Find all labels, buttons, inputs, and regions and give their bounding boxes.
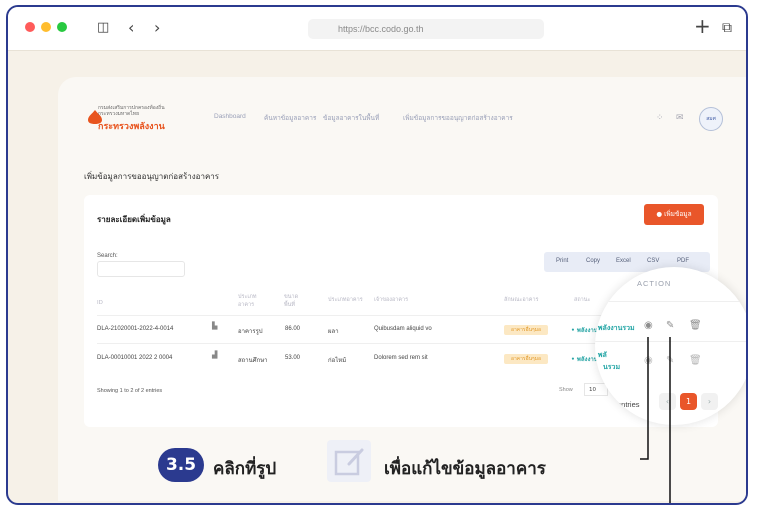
table-info: Showing 1 to 2 of 2 entries: [97, 388, 163, 394]
row-type: อาคารรูป: [238, 329, 263, 335]
column-header-owner[interactable]: เจ้าของอาคาร: [374, 296, 408, 304]
entries-label: entries: [617, 400, 640, 409]
nav-search-building[interactable]: ค้นหาข้อมูลอาคาร: [264, 113, 316, 123]
add-icon: ●: [656, 210, 665, 218]
top-navigation: กรมส่งเสริมการปกครองท้องถิ่น กระทรวงมหาด…: [58, 77, 746, 143]
mag-status-2-cont: นรวม: [603, 363, 621, 371]
sidebar-icon[interactable]: ◫: [97, 17, 109, 39]
mag-status-2: • พลั: [595, 351, 607, 359]
school-icon: ▟: [212, 351, 218, 359]
row-id: DLA-00010001 2022 2 0004: [97, 355, 173, 361]
add-data-button[interactable]: ● เพิ่มข้อมูล: [644, 204, 704, 225]
feature-badge: อาคารอื่นๆมอ: [504, 354, 548, 364]
nav-add-permit[interactable]: เพิ่มข้อมูลการขออนุญาตก่อสร้างอาคาร: [403, 113, 513, 123]
add-data-label: เพิ่มข้อมูล: [664, 210, 692, 218]
column-header-id[interactable]: ID: [97, 299, 103, 307]
logo-name: กระทรวงพลังงาน: [98, 122, 165, 132]
logo-subtitle: กรมส่งเสริมการปกครองท้องถิ่น กระทรวงมหาด…: [98, 105, 178, 117]
agency-seal: สมศ: [699, 107, 723, 131]
print-button[interactable]: Print: [556, 258, 568, 264]
callout-text-before: คลิกที่รูป: [213, 459, 277, 479]
row-category: ผลา: [328, 329, 339, 335]
magnifier-lens: ACTION • พลังงานรวม ◉ ✎ 🗑 • พลั นรวม ◉ ✎…: [595, 267, 746, 425]
mag-status-1: • พลังงานรวม: [595, 324, 635, 332]
column-header-feature[interactable]: ลักษณะอาคาร: [504, 296, 539, 304]
row-area: 53.00: [285, 355, 301, 361]
prev-page-button[interactable]: ‹: [659, 393, 676, 410]
building-icon: ▙: [212, 322, 218, 330]
callout-text-after: เพื่อแก้ไขข้อมูลอาคาร: [384, 459, 546, 479]
row-area: 86.00: [285, 326, 301, 332]
view-icon[interactable]: ◉: [644, 355, 653, 366]
mag-divider: [595, 301, 746, 302]
view-icon[interactable]: ◉: [644, 320, 653, 331]
delete-icon[interactable]: 🗑: [689, 355, 702, 366]
row-category: ก่อไหม้: [328, 358, 347, 364]
pdf-button[interactable]: PDF: [677, 258, 689, 264]
delete-icon[interactable]: 🗑: [689, 320, 702, 331]
action-column-header: ACTION: [637, 279, 672, 288]
column-header-category[interactable]: ประเภทอาคาร: [328, 296, 363, 304]
row-id: DLA-21020001-2022-4-0014: [97, 326, 174, 332]
logo-line-2: กระทรวงมหาดไทย: [98, 111, 140, 117]
row-owner: Quibusdam aliquid vo: [374, 326, 432, 332]
search-input[interactable]: [97, 261, 185, 277]
mail-icon[interactable]: ✉: [676, 113, 684, 123]
column-header-building-type[interactable]: ประเภทอาคาร: [238, 293, 264, 309]
page-title: เพิ่มข้อมูลการขออนุญาตก่อสร้างอาคาร: [84, 172, 220, 181]
forward-icon[interactable]: ›: [154, 17, 160, 39]
search-label: Search:: [97, 253, 118, 259]
card-title: รายละเอียดเพิ่มข้อมูล: [97, 215, 171, 224]
close-window-button[interactable]: [25, 22, 35, 32]
copy-icon[interactable]: ⧉: [722, 17, 732, 39]
browser-toolbar: ◫ ‹ › https://bcc.codo.go.th + ⧉: [8, 7, 746, 51]
mag-divider: [595, 341, 746, 342]
edit-icon: [334, 448, 364, 476]
maximize-window-button[interactable]: [57, 22, 67, 32]
browser-window: ◫ ‹ › https://bcc.codo.go.th + ⧉ กรมส่งเ…: [6, 5, 748, 505]
column-header-area[interactable]: ขนาดพื้นที่: [284, 293, 308, 309]
step-badge: 3.5: [158, 448, 204, 482]
row-type: สถานศึกษา: [238, 358, 268, 364]
nav-area-buildings[interactable]: ข้อมูลอาคารในพื้นที่: [323, 113, 379, 123]
row-owner: Dolorem sed rem sit: [374, 355, 428, 361]
page-1-button[interactable]: 1: [680, 393, 697, 410]
feature-badge: อาคารอื่นๆมอ: [504, 325, 548, 335]
url-text: https://bcc.codo.go.th: [338, 24, 424, 34]
edit-icon-illustration: [327, 440, 371, 482]
edit-icon[interactable]: ✎: [666, 320, 674, 331]
minimize-window-button[interactable]: [41, 22, 51, 32]
back-icon[interactable]: ‹: [128, 17, 134, 39]
next-page-button[interactable]: ›: [701, 393, 718, 410]
csv-button[interactable]: CSV: [647, 258, 659, 264]
plus-icon[interactable]: +: [694, 15, 711, 37]
grid-icon[interactable]: ⁘: [656, 113, 664, 123]
copy-button[interactable]: Copy: [586, 258, 600, 264]
column-header-status[interactable]: สถานะ: [574, 296, 591, 304]
excel-button[interactable]: Excel: [616, 258, 631, 264]
show-label: Show: [559, 387, 573, 393]
edit-icon[interactable]: ✎: [666, 355, 674, 366]
address-bar[interactable]: https://bcc.codo.go.th: [308, 19, 544, 39]
nav-dashboard[interactable]: Dashboard: [214, 113, 246, 120]
